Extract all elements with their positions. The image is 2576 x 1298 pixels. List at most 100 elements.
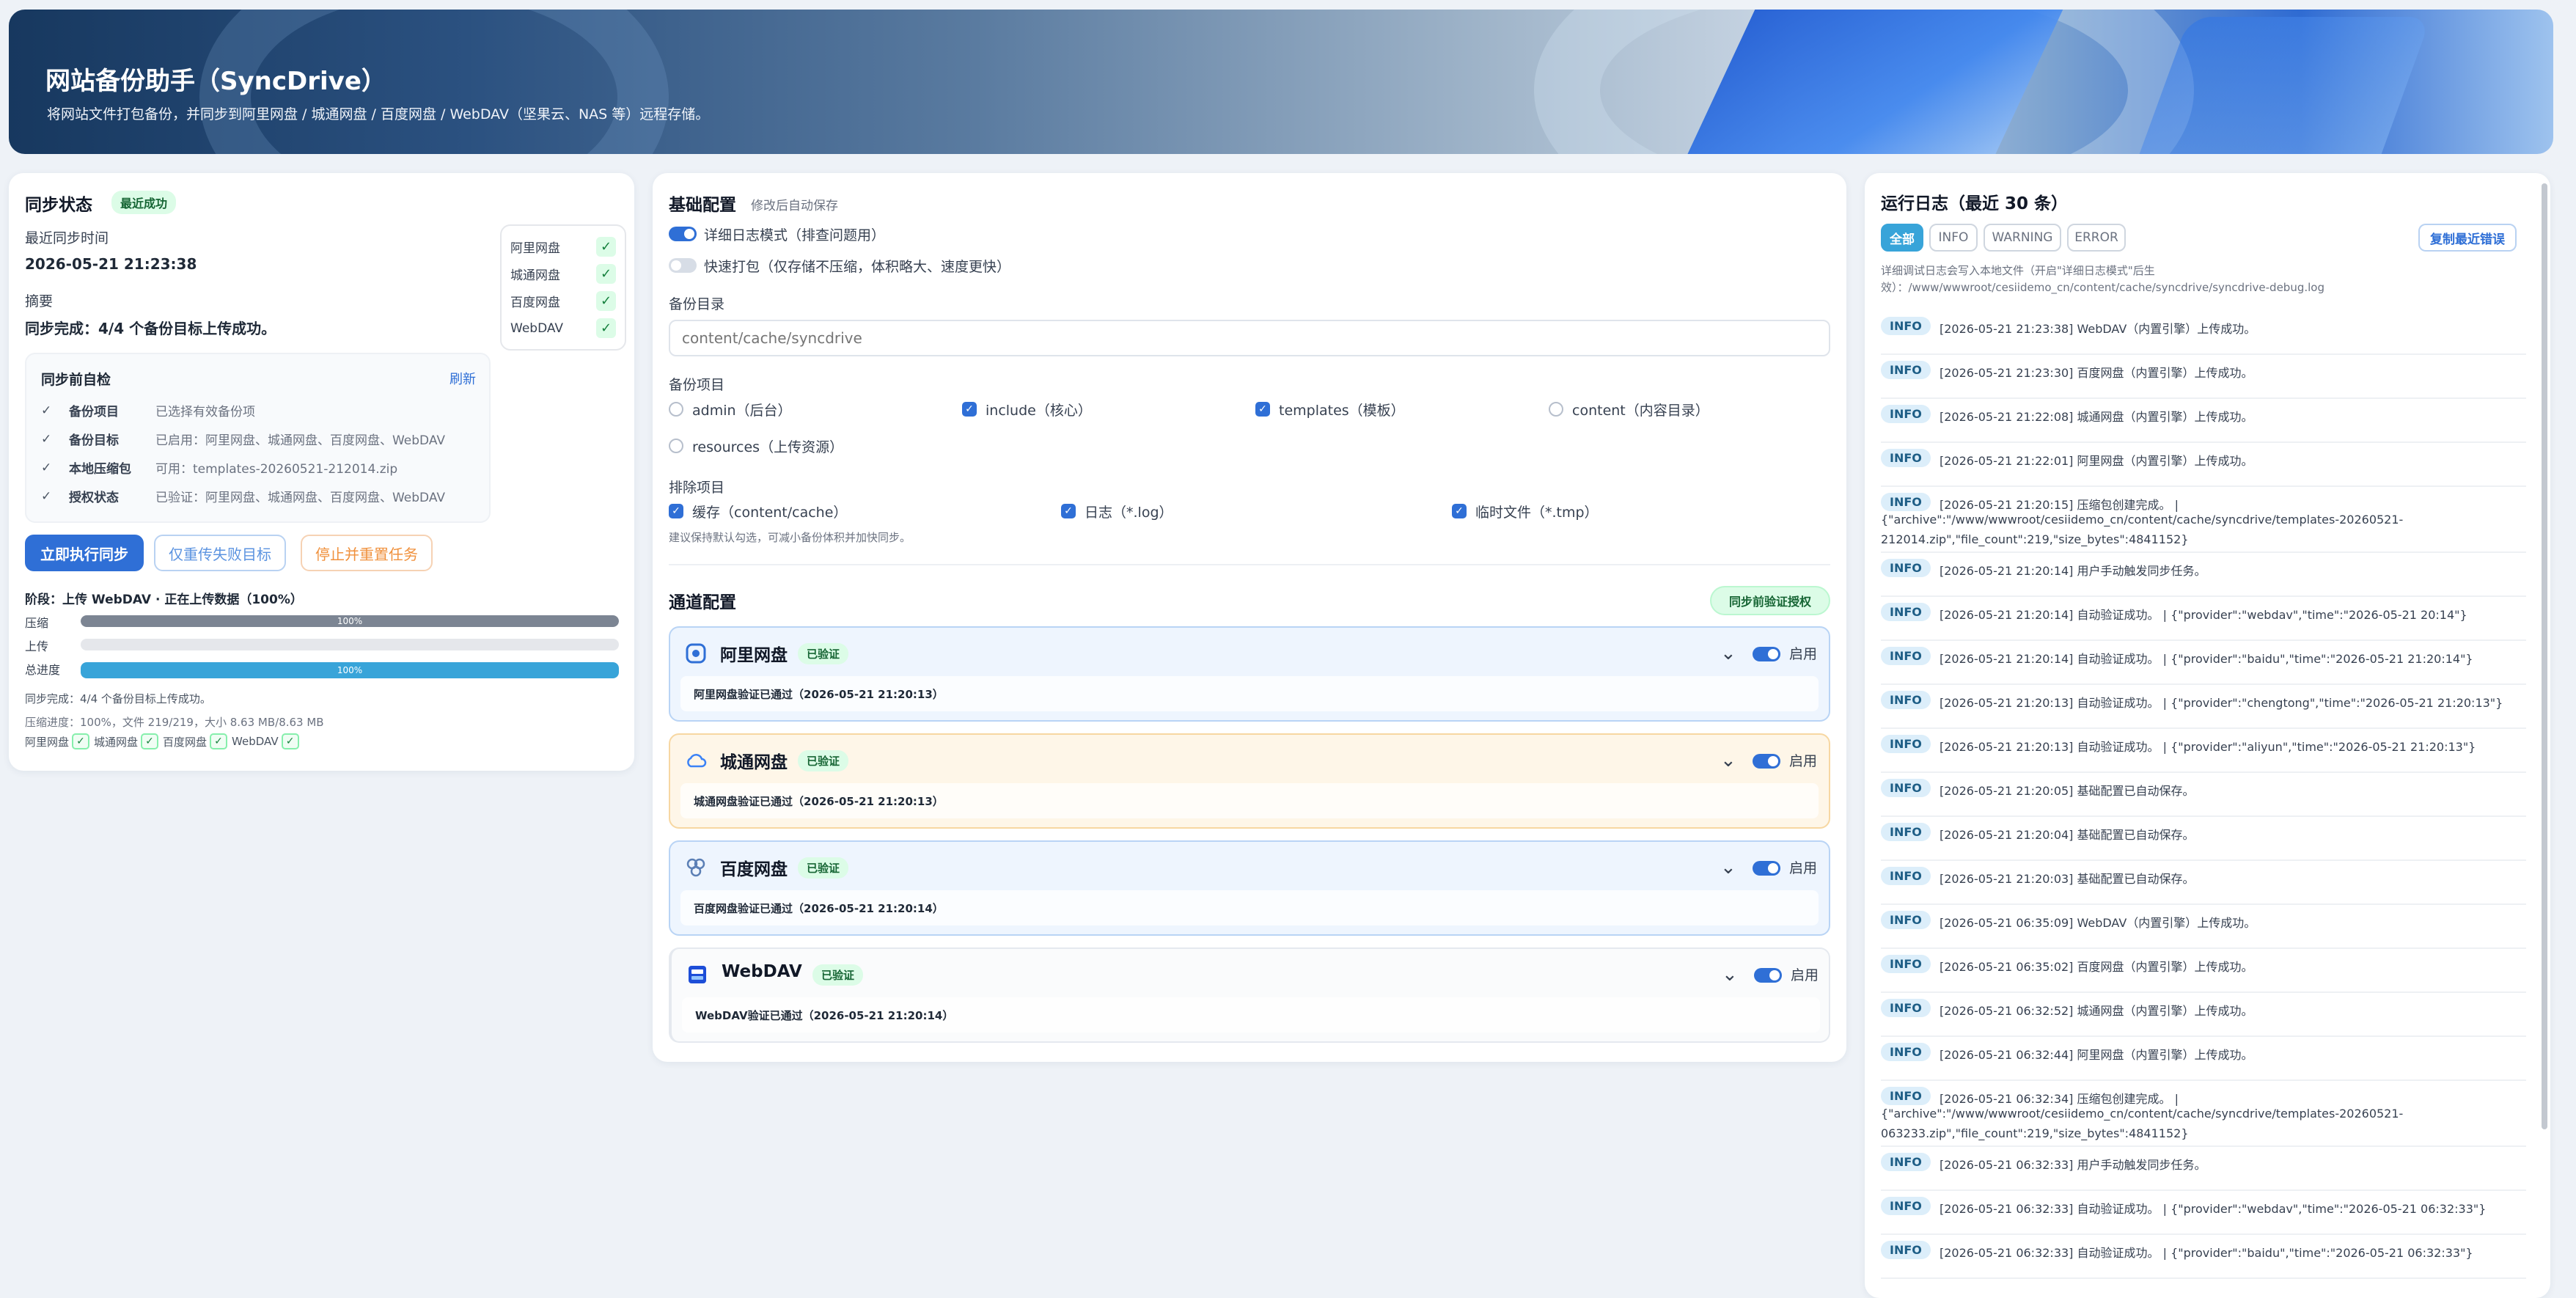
channel-enable-toggle[interactable] [1754, 968, 1782, 983]
verbose-log-toggle[interactable] [669, 227, 697, 241]
target-name: 百度网盘 [510, 296, 560, 310]
check-icon: ✓ [210, 733, 228, 749]
chevron-down-icon[interactable]: ⌄ [1722, 964, 1738, 986]
verify-auth-button[interactable]: 同步前验证授权 [1710, 586, 1830, 615]
log-entry: INFO [2026-05-21 21:20:04] 基础配置已自动保存。 [1881, 823, 2526, 861]
log-text: [2026-05-21 06:35:09] WebDAV（内置引擎）上传成功。 [1940, 916, 2256, 930]
backup-item-templates-checkbox[interactable]: ✓ [1255, 402, 1270, 417]
stage-text: 阶段：上传 WebDAV · 正在上传数据（100%） [25, 593, 303, 607]
channel-chengtong: 城通网盘 已验证 ⌄ 启用 城通网盘验证已通过（2026-05-21 21:20… [669, 733, 1830, 829]
channel-enable-toggle[interactable] [1753, 861, 1780, 876]
log-filter-warning[interactable]: WARNING [1984, 224, 2061, 252]
log-filter-all[interactable]: 全部 [1881, 224, 1923, 252]
upload-progress-bar [81, 639, 619, 650]
progress-label: 压缩 [25, 616, 49, 630]
log-entry: INFO [2026-05-21 06:32:33] 自动验证成功。 | {"pr… [1881, 1241, 2526, 1279]
progress-label: 总进度 [25, 663, 61, 677]
log-filter-info[interactable]: INFO [1929, 224, 1978, 252]
log-entry: INFO [2026-05-21 21:22:08] 城通网盘（内置引擎）上传成功… [1881, 405, 2526, 443]
target-status-row: 城通网盘 ✓ [510, 260, 616, 287]
log-text: [2026-05-21 21:20:14] 自动验证成功。 | {"provid… [1940, 608, 2467, 622]
run-sync-button[interactable]: 立即执行同步 [25, 535, 144, 571]
check-icon: ✓ [41, 403, 52, 418]
log-level-badge: INFO [1881, 779, 1931, 797]
backup-item-content-checkbox[interactable] [1549, 402, 1563, 417]
backup-item-include-checkbox[interactable]: ✓ [962, 402, 977, 417]
log-text: [2026-05-21 21:20:14] 自动验证成功。 | {"provid… [1940, 652, 2473, 666]
log-card: 运行日志（最近 30 条） 全部 INFO WARNING ERROR 复制最近… [1865, 173, 2550, 1298]
check-icon: ✓ [72, 733, 90, 749]
chevron-down-icon[interactable]: ⌄ [1720, 857, 1736, 879]
target-name: 城通网盘 [510, 268, 560, 283]
log-scrollbar[interactable] [2542, 183, 2547, 1129]
progress-fill: 100% [81, 662, 619, 678]
log-text: [2026-05-21 06:32:52] 城通网盘（内置引擎）上传成功。 [1940, 1004, 2253, 1018]
exclude-item-label: 日志（*.log） [1085, 505, 1173, 521]
backup-item-resources-checkbox[interactable] [669, 439, 683, 453]
channel-enable-toggle[interactable] [1753, 647, 1780, 661]
last-sync-value: 2026-05-21 21:23:38 [25, 255, 197, 273]
retry-failed-button[interactable]: 仅重传失败目标 [154, 535, 286, 571]
channel-baidu: 百度网盘 已验证 ⌄ 启用 百度网盘验证已通过（2026-05-21 21:20… [669, 840, 1830, 936]
backup-dir-input[interactable] [669, 320, 1830, 356]
stop-reset-button[interactable]: 停止并重置任务 [301, 535, 433, 571]
summary-label: 摘要 [25, 293, 54, 309]
fast-pack-label: 快速打包（仅存储不压缩，体积略大、速度更快） [704, 259, 1011, 275]
log-text: [2026-05-21 21:22:08] 城通网盘（内置引擎）上传成功。 [1940, 410, 2253, 424]
channel-name: WebDAV [722, 962, 802, 981]
log-entry: INFO [2026-05-21 21:20:13] 自动验证成功。 | {"pr… [1881, 691, 2526, 729]
log-text: [2026-05-21 21:22:01] 阿里网盘（内置引擎）上传成功。 [1940, 454, 2253, 468]
precheck-label: 授权状态 [69, 491, 119, 505]
log-level-badge: INFO [1881, 1241, 1931, 1259]
backup-dir-label: 备份目录 [669, 296, 725, 312]
log-entry: INFO [2026-05-21 06:35:02] 百度网盘（内置引擎）上传成功… [1881, 955, 2526, 993]
channel-status: 城通网盘验证已通过（2026-05-21 21:20:13） [680, 783, 1819, 818]
precheck-value: 已选择有效备份项 [155, 405, 255, 419]
exclude-tmp-checkbox[interactable]: ✓ [1452, 504, 1467, 518]
header-banner: 网站备份助手（SyncDrive） 将网站文件打包备份，并同步到阿里网盘 / 城… [9, 10, 2553, 154]
log-level-badge: INFO [1881, 493, 1931, 511]
precheck-refresh-link[interactable]: 刷新 [449, 369, 476, 388]
mini-target-name: 百度网盘 [163, 735, 208, 749]
log-text: [2026-05-21 06:32:33] 自动验证成功。 | {"provid… [1940, 1202, 2487, 1216]
channel-aliyun: 阿里网盘 已验证 ⌄ 启用 阿里网盘验证已通过（2026-05-21 21:20… [669, 626, 1830, 722]
log-filter-error[interactable]: ERROR [2067, 224, 2126, 252]
copy-errors-button[interactable]: 复制最近错误 [2418, 224, 2517, 252]
channel-status: 阿里网盘验证已通过（2026-05-21 21:20:13） [680, 676, 1819, 711]
mini-target-list: 阿里网盘 ✓ 城通网盘 ✓ 百度网盘 ✓ WebDAV ✓ [25, 733, 304, 749]
log-entry: INFO [2026-05-21 21:20:05] 基础配置已自动保存。 [1881, 779, 2526, 817]
log-level-badge: INFO [1881, 911, 1931, 929]
page-subtitle: 将网站文件打包备份，并同步到阿里网盘 / 城通网盘 / 百度网盘 / WebDA… [47, 106, 710, 122]
log-note-path: 效）：/www/wwwroot/cesiidemo_cn/content/cac… [1881, 281, 2324, 294]
log-entry: INFO [2026-05-21 06:32:33] 自动验证成功。 | {"pr… [1881, 1197, 2526, 1235]
log-text-continued: 063233.zip","file_count":219,"size_bytes… [1881, 1126, 2189, 1140]
basic-config-title: 基础配置 [669, 196, 736, 215]
log-entry: INFO [2026-05-21 21:20:14] 自动验证成功。 | {"pr… [1881, 647, 2526, 685]
fast-pack-toggle[interactable] [669, 258, 697, 273]
mini-target-name: 城通网盘 [94, 735, 139, 749]
log-text: [2026-05-21 21:23:30] 百度网盘（内置引擎）上传成功。 [1940, 366, 2253, 380]
exclude-cache-checkbox[interactable]: ✓ [669, 504, 683, 518]
compress-line: 压缩进度：100%，文件 219/219，大小 8.63 MB/8.63 MB [25, 716, 324, 729]
chevron-down-icon[interactable]: ⌄ [1720, 642, 1736, 664]
log-text: [2026-05-21 06:32:34] 压缩包创建完成。 | [1940, 1092, 2179, 1106]
check-icon: ✓ [281, 733, 299, 749]
compress-progress-bar: 100% [81, 615, 619, 627]
exclude-item-label: 缓存（content/cache） [692, 505, 848, 521]
backup-item-label: templates（模板） [1279, 403, 1405, 419]
precheck-label: 备份项目 [69, 405, 119, 419]
exclude-hint: 建议保持默认勾选，可减小备份体积并加快同步。 [669, 531, 911, 544]
log-entry: INFO [2026-05-21 21:23:30] 百度网盘（内置引擎）上传成功… [1881, 361, 2526, 399]
target-status-row: 阿里网盘 ✓ [510, 233, 616, 260]
webdav-icon [686, 964, 708, 986]
log-text-continued: 212014.zip","file_count":219,"size_bytes… [1881, 532, 2189, 546]
check-icon: ✓ [41, 431, 52, 447]
chevron-down-icon[interactable]: ⌄ [1720, 749, 1736, 771]
channel-enable-toggle[interactable] [1753, 754, 1780, 769]
log-title: 运行日志（最近 30 条） [1881, 194, 2069, 213]
exclude-label: 排除项目 [669, 480, 725, 496]
exclude-log-checkbox[interactable]: ✓ [1061, 504, 1076, 518]
log-entry: INFO [2026-05-21 06:32:52] 城通网盘（内置引擎）上传成功… [1881, 999, 2526, 1037]
backup-item-admin-checkbox[interactable] [669, 402, 683, 417]
log-level-badge: INFO [1881, 317, 1931, 335]
